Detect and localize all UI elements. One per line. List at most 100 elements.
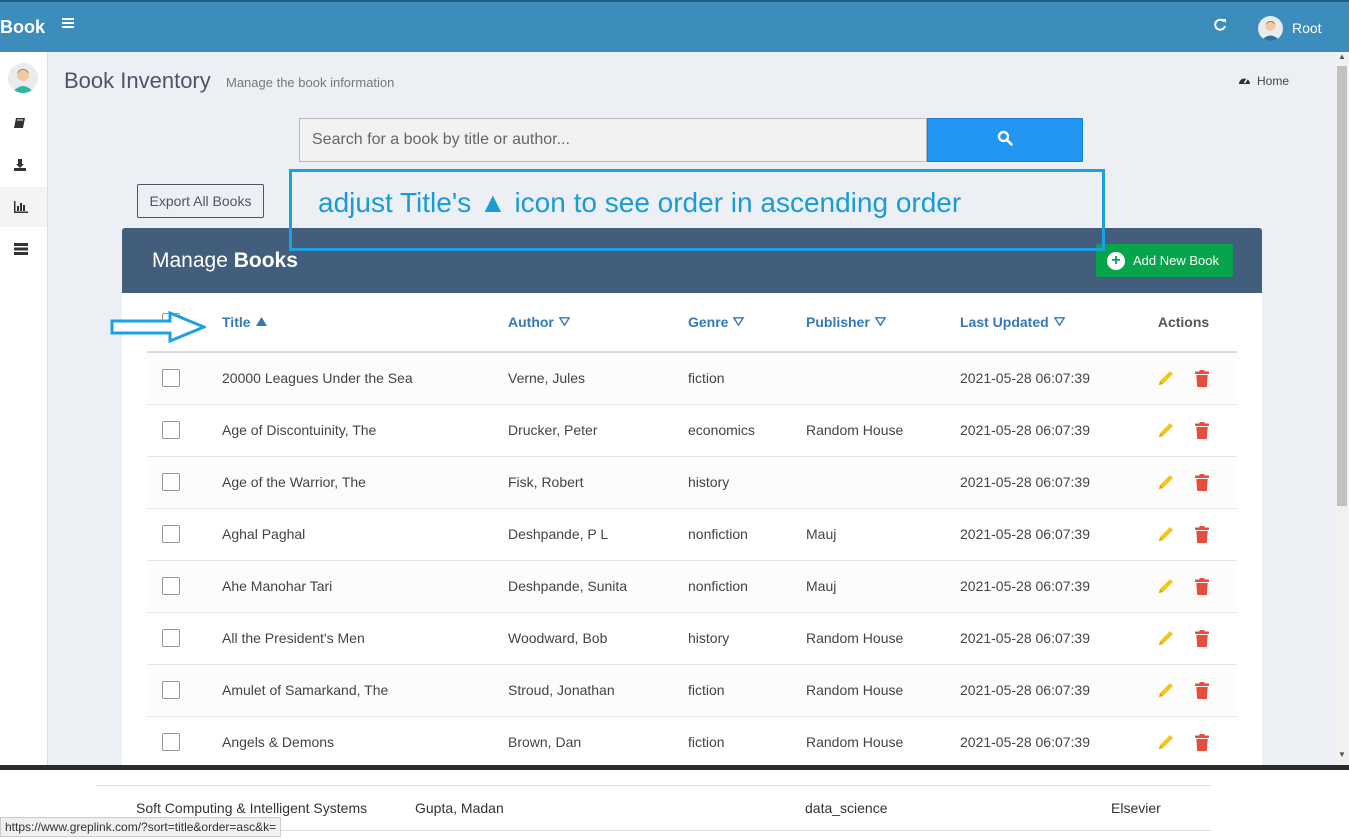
cell-title: Aghal Paghal xyxy=(222,508,508,561)
panel-title: Manage Books xyxy=(152,249,298,273)
plus-circle-icon: + xyxy=(1107,251,1125,270)
search-button[interactable] xyxy=(927,118,1083,162)
cell-publisher xyxy=(806,456,960,509)
brand-logo[interactable]: Book xyxy=(0,17,45,38)
page-title: Book Inventory xyxy=(64,68,211,93)
bar-chart-icon[interactable] xyxy=(14,200,30,214)
row-select-cell xyxy=(147,352,222,405)
delete-trash-icon[interactable] xyxy=(1191,471,1213,493)
annotation-text: adjust Title's ▲ icon to see order in as… xyxy=(318,187,962,218)
refresh-icon[interactable] xyxy=(1213,18,1227,37)
delete-trash-icon[interactable] xyxy=(1191,367,1213,389)
edit-pencil-icon[interactable] xyxy=(1155,367,1177,389)
status-bar-url: https://www.greplink.com/?sort=title&ord… xyxy=(0,817,282,837)
download-icon[interactable] xyxy=(14,158,30,172)
th-author-label: Author xyxy=(508,314,554,330)
vertical-scrollbar[interactable]: ▲ ▼ xyxy=(1335,52,1349,765)
edit-pencil-icon[interactable] xyxy=(1155,523,1177,545)
cell-author: Fisk, Robert xyxy=(508,456,688,509)
th-last-updated[interactable]: Last Updated xyxy=(960,293,1130,353)
cell-last-updated: 2021-05-28 06:07:39 xyxy=(960,560,1130,613)
delete-trash-icon[interactable] xyxy=(1191,575,1213,597)
cell-last-updated: 2021-05-28 06:07:39 xyxy=(960,612,1130,665)
row-checkbox[interactable] xyxy=(162,577,180,596)
cell-author: Deshpande, Sunita xyxy=(508,560,688,613)
sort-down-icon[interactable] xyxy=(732,317,745,329)
list-icon[interactable] xyxy=(14,242,30,256)
cell-publisher: Mauj xyxy=(806,508,960,561)
th-author[interactable]: Author xyxy=(508,293,688,353)
home-link[interactable]: Home xyxy=(1238,74,1289,88)
add-new-book-button[interactable]: + Add New Book xyxy=(1096,244,1233,277)
sort-asc-icon[interactable] xyxy=(255,317,267,329)
edit-pencil-icon[interactable] xyxy=(1155,419,1177,441)
search-input[interactable] xyxy=(299,118,927,162)
cell-author: Drucker, Peter xyxy=(508,404,688,457)
delete-trash-icon[interactable] xyxy=(1191,419,1213,441)
cell-publisher: Mauj xyxy=(806,560,960,613)
cell-title: All the President's Men xyxy=(222,612,508,665)
delete-trash-icon[interactable] xyxy=(1191,523,1213,545)
row-checkbox[interactable] xyxy=(162,681,180,700)
add-new-book-label: Add New Book xyxy=(1133,253,1219,268)
cell-actions xyxy=(1130,404,1237,457)
book-icon[interactable] xyxy=(14,116,30,130)
row-checkbox[interactable] xyxy=(162,421,180,440)
scroll-up-icon[interactable]: ▲ xyxy=(1337,52,1347,64)
cell-actions xyxy=(1130,664,1237,717)
row-checkbox[interactable] xyxy=(162,629,180,648)
th-publisher-label: Publisher xyxy=(806,314,870,330)
cell-genre: history xyxy=(688,612,806,665)
cell-genre: fiction xyxy=(688,664,806,717)
delete-trash-icon[interactable] xyxy=(1191,679,1213,701)
cell-last-updated: 2021-05-28 06:07:39 xyxy=(960,508,1130,561)
edit-pencil-icon[interactable] xyxy=(1155,471,1177,493)
row-select-cell xyxy=(147,560,222,613)
scrollbar-thumb[interactable] xyxy=(1337,66,1347,506)
table-body: 20000 Leagues Under the Sea Verne, Jules f… xyxy=(147,352,1237,765)
row-checkbox[interactable] xyxy=(162,473,180,492)
user-name[interactable]: Root xyxy=(1292,20,1322,36)
cell-last-updated: 2021-05-28 06:07:39 xyxy=(960,716,1130,765)
hamburger-icon[interactable] xyxy=(62,17,76,35)
edit-pencil-icon[interactable] xyxy=(1155,627,1177,649)
scroll-down-icon[interactable]: ▼ xyxy=(1337,750,1347,762)
cell-author: Stroud, Jonathan xyxy=(508,664,688,717)
sort-down-icon[interactable] xyxy=(558,317,571,329)
cell-actions xyxy=(1130,508,1237,561)
th-publisher[interactable]: Publisher xyxy=(806,293,960,353)
bg-publisher: Elsevier xyxy=(1111,800,1161,816)
export-all-books-button[interactable]: Export All Books xyxy=(137,184,264,218)
cell-publisher: Random House xyxy=(806,404,960,457)
cell-genre: fiction xyxy=(688,352,806,405)
table-row: Age of the Warrior, The Fisk, Robert histo… xyxy=(147,456,1237,509)
cell-genre: nonfiction xyxy=(688,508,806,561)
edit-pencil-icon[interactable] xyxy=(1155,575,1177,597)
cell-actions xyxy=(1130,716,1237,765)
table-row: All the President's Men Woodward, Bob hist… xyxy=(147,612,1237,665)
th-title[interactable]: Title xyxy=(222,293,508,353)
edit-pencil-icon[interactable] xyxy=(1155,731,1177,753)
cell-publisher: Random House xyxy=(806,664,960,717)
row-checkbox[interactable] xyxy=(162,733,180,752)
delete-trash-icon[interactable] xyxy=(1191,731,1213,753)
table-row: Ahe Manohar Tari Deshpande, Sunita nonfict… xyxy=(147,560,1237,613)
cell-title: Ahe Manohar Tari xyxy=(222,560,508,613)
row-select-cell xyxy=(147,612,222,665)
row-checkbox[interactable] xyxy=(162,525,180,544)
cell-last-updated: 2021-05-28 06:07:39 xyxy=(960,404,1130,457)
table-row: Age of Discontuinity, The Drucker, Peter e… xyxy=(147,404,1237,457)
user-avatar[interactable] xyxy=(1258,16,1283,41)
row-checkbox[interactable] xyxy=(162,369,180,388)
table-row: Amulet of Samarkand, The Stroud, Jonathan… xyxy=(147,664,1237,717)
delete-trash-icon[interactable] xyxy=(1191,627,1213,649)
bg-author: Gupta, Madan xyxy=(415,800,504,816)
row-select-cell xyxy=(147,456,222,509)
cell-last-updated: 2021-05-28 06:07:39 xyxy=(960,456,1130,509)
cell-genre: history xyxy=(688,456,806,509)
sort-down-icon[interactable] xyxy=(1053,317,1066,329)
sort-down-icon[interactable] xyxy=(874,317,887,329)
edit-pencil-icon[interactable] xyxy=(1155,679,1177,701)
th-updated-label: Last Updated xyxy=(960,314,1049,330)
th-genre[interactable]: Genre xyxy=(688,293,806,353)
